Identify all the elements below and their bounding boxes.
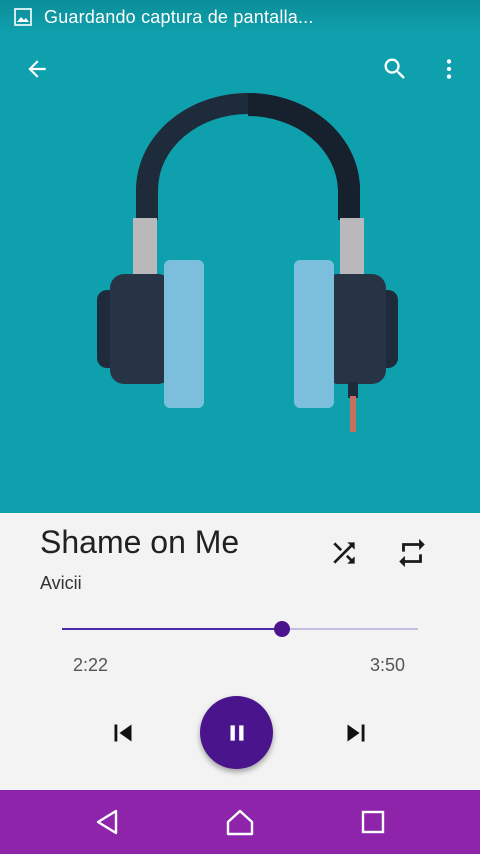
nav-back-button[interactable] <box>85 800 129 844</box>
skip-previous-icon <box>114 724 132 742</box>
seek-bar[interactable] <box>62 614 418 644</box>
repeat-button[interactable] <box>390 531 434 575</box>
skip-next-icon <box>347 724 365 742</box>
nav-back-icon <box>96 809 118 835</box>
nav-home-button[interactable] <box>218 800 262 844</box>
image-icon <box>14 8 32 26</box>
seek-bar-thumb[interactable] <box>274 621 290 637</box>
seek-bar-progress <box>62 628 282 630</box>
status-notification-text: Guardando captura de pantalla... <box>44 6 314 27</box>
play-pause-button[interactable] <box>200 696 273 769</box>
elapsed-time: 2:22 <box>73 655 109 675</box>
total-time: 3:50 <box>370 655 406 675</box>
shuffle-button[interactable] <box>322 531 366 575</box>
status-bar: Guardando captura de pantalla... <box>0 0 480 34</box>
song-title: Shame on Me <box>40 524 240 560</box>
arrow-back-icon <box>28 60 46 78</box>
more-options-button[interactable] <box>428 48 470 90</box>
nav-home-icon <box>226 809 254 836</box>
pause-icon <box>230 724 243 741</box>
previous-track-button[interactable] <box>101 711 145 755</box>
nav-recents-button[interactable] <box>351 800 395 844</box>
back-button[interactable] <box>16 48 58 90</box>
search-icon <box>384 58 405 79</box>
nav-recents-icon <box>361 810 385 834</box>
next-track-button[interactable] <box>334 711 378 755</box>
artist-name: Avicii <box>40 573 82 593</box>
more-vert-icon <box>446 59 452 79</box>
repeat-icon <box>399 538 425 568</box>
search-button[interactable] <box>374 48 416 90</box>
shuffle-icon <box>333 542 355 564</box>
system-navigation-bar <box>0 790 480 854</box>
